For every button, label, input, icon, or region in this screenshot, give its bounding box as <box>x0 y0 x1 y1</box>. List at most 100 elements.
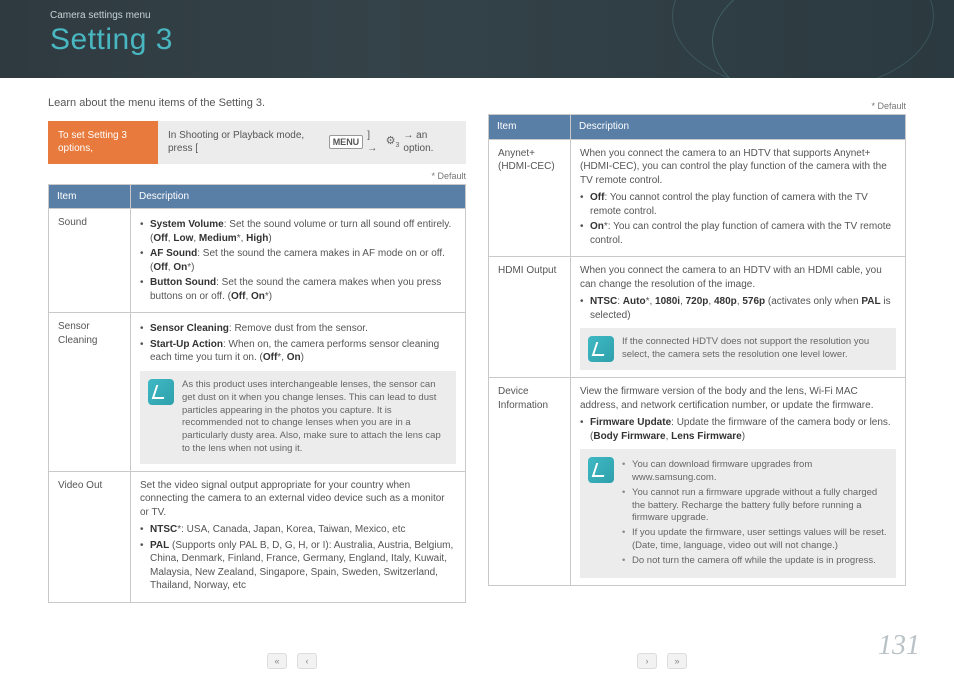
settings-table-right: Item Description Anynet+ (HDMI-CEC) When… <box>488 114 906 586</box>
t: Button Sound <box>150 277 216 288</box>
note-device: You can download firmware upgrades from … <box>580 449 896 578</box>
t: (Supports only PAL B, D, G, H, or I): Au… <box>150 540 453 592</box>
t: *) <box>187 262 194 273</box>
default-note-right: * Default <box>488 100 906 112</box>
th-desc: Description <box>131 184 466 209</box>
t: When you connect the camera to an HDTV w… <box>580 264 896 291</box>
t: *, <box>646 296 655 307</box>
t: On <box>173 262 187 273</box>
note-hdmi: If the connected HDTV does not support t… <box>580 328 896 370</box>
cell-item: Sensor Cleaning <box>49 313 131 471</box>
note-sensor: As this product uses interchangeable len… <box>140 371 456 464</box>
cell-item: Sound <box>49 209 131 313</box>
cell-desc: When you connect the camera to an HDTV t… <box>571 139 906 257</box>
t: Off <box>153 233 167 244</box>
t: Medium <box>199 233 237 244</box>
breadcrumb: Camera settings menu <box>50 10 954 21</box>
lead-row: To set Setting 3 options, In Shooting or… <box>48 121 466 164</box>
note-text: If the connected HDTV does not support t… <box>622 336 888 362</box>
cell-item: Anynet+ (HDMI-CEC) <box>489 139 571 257</box>
t: Off <box>153 262 167 273</box>
row-anynet: Anynet+ (HDMI-CEC) When you connect the … <box>489 139 906 257</box>
t: Body Firmware <box>593 431 665 442</box>
t: Firmware Update <box>590 417 671 428</box>
th-item: Item <box>49 184 131 209</box>
cell-item: Video Out <box>49 471 131 602</box>
t: *, <box>277 352 286 363</box>
t: AF Sound <box>150 248 197 259</box>
t: : You cannot control the play function o… <box>590 192 868 217</box>
settings-table-left: Item Description Sound System Volume: Se… <box>48 184 466 603</box>
nav-prev-button[interactable]: ‹ <box>297 653 317 669</box>
header-band: Camera settings menu Setting 3 <box>0 0 954 78</box>
note-icon <box>588 336 614 362</box>
t: ) <box>742 431 745 442</box>
t: Auto <box>623 296 646 307</box>
t: : Remove dust from the sensor. <box>229 323 368 334</box>
lead-suffix: → an option. <box>403 129 456 156</box>
t: Lens Firmware <box>671 431 742 442</box>
lead-prefix: In Shooting or Playback mode, press [ <box>168 129 325 156</box>
t: System Volume <box>150 219 224 230</box>
t: On <box>251 291 265 302</box>
t: Sensor Cleaning <box>150 323 229 334</box>
note-icon <box>588 457 614 483</box>
nav-first-button[interactable]: « <box>267 653 287 669</box>
t: You cannot run a firmware upgrade withou… <box>622 487 888 525</box>
left-column: Learn about the menu items of the Settin… <box>48 96 466 603</box>
t: Set the video signal output appropriate … <box>140 479 456 520</box>
t: You can download firmware upgrades from … <box>622 459 888 485</box>
content: Learn about the menu items of the Settin… <box>0 78 954 603</box>
lead-mid: ] → <box>367 129 381 156</box>
nav-last-button[interactable]: » <box>667 653 687 669</box>
cell-desc: Set the video signal output appropriate … <box>131 471 466 602</box>
note-text: You can download firmware upgrades from … <box>622 457 888 570</box>
t: PAL <box>861 296 880 307</box>
t: ) <box>268 233 271 244</box>
t: *: You can control the play function of … <box>590 221 891 246</box>
right-column: * Default Item Description Anynet+ (HDMI… <box>488 96 906 603</box>
t: Off <box>231 291 245 302</box>
cell-item: HDMI Output <box>489 257 571 378</box>
lead-instruction: In Shooting or Playback mode, press [ MEN… <box>158 121 466 164</box>
nav-next-button[interactable]: › <box>637 653 657 669</box>
t: Start-Up Action <box>150 339 223 350</box>
page-title: Setting 3 <box>50 23 954 57</box>
row-hdmi: HDMI Output When you connect the camera … <box>489 257 906 378</box>
t: *) <box>265 291 272 302</box>
t: Do not turn the camera off while the upd… <box>622 555 888 568</box>
row-sound: Sound System Volume: Set the sound volum… <box>49 209 466 313</box>
default-note-left: * Default <box>48 170 466 182</box>
t: 576p <box>742 296 765 307</box>
cell-item: Device Information <box>489 378 571 586</box>
row-sensor: Sensor Cleaning Sensor Cleaning: Remove … <box>49 313 466 471</box>
t: Off <box>263 352 277 363</box>
nav-row: « ‹ › » <box>0 650 954 672</box>
intro-text: Learn about the menu items of the Settin… <box>48 96 466 111</box>
t: (activates only when <box>765 296 861 307</box>
t: PAL <box>150 540 169 551</box>
gear-icon: ⚙3 <box>386 136 400 149</box>
t: If you update the firmware, user setting… <box>622 527 888 553</box>
menu-button-glyph: MENU <box>329 135 364 149</box>
th-desc: Description <box>571 115 906 140</box>
t: 480p <box>714 296 737 307</box>
t: Off <box>590 192 604 203</box>
t: On <box>590 221 604 232</box>
row-video: Video Out Set the video signal output ap… <box>49 471 466 602</box>
t: *, <box>237 233 246 244</box>
t: 720p <box>686 296 709 307</box>
note-text: As this product uses interchangeable len… <box>182 379 448 456</box>
t: When you connect the camera to an HDTV t… <box>580 147 896 188</box>
row-device: Device Information View the firmware ver… <box>489 378 906 586</box>
th-item: Item <box>489 115 571 140</box>
t: On <box>287 352 301 363</box>
t: Low <box>173 233 193 244</box>
t: ) <box>301 352 304 363</box>
t: NTSC <box>150 524 177 535</box>
t: NTSC <box>590 296 617 307</box>
lead-label: To set Setting 3 options, <box>48 121 158 164</box>
cell-desc: View the firmware version of the body an… <box>571 378 906 586</box>
note-icon <box>148 379 174 405</box>
t: 1080i <box>655 296 680 307</box>
